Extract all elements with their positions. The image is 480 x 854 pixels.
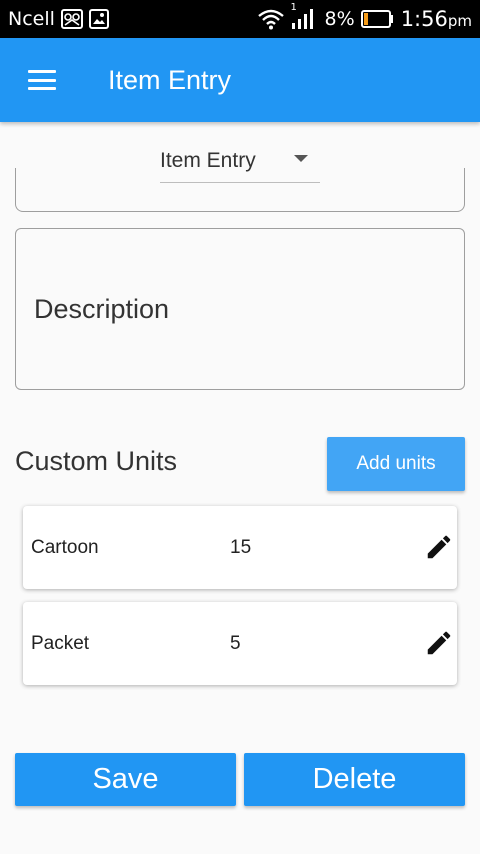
unit-name: Packet xyxy=(31,632,90,654)
image-notification-icon xyxy=(88,9,109,29)
custom-units-title: Custom Units xyxy=(15,446,178,476)
unit-quantity: 15 xyxy=(230,536,252,558)
signal-sim-number: 1 xyxy=(290,2,297,13)
clock: 1:56pm xyxy=(401,7,472,31)
unit-card-cartoon: Cartoon 15 xyxy=(23,506,457,589)
status-bar: Ncell 1 8% 1:56pm xyxy=(0,0,480,38)
save-button[interactable]: Save xyxy=(15,753,236,806)
delete-button[interactable]: Delete xyxy=(244,753,465,806)
app-bar: Item Entry xyxy=(0,38,480,122)
status-right: 1 8% 1:56pm xyxy=(257,2,472,31)
unit-quantity: 5 xyxy=(230,632,241,654)
status-left: Ncell xyxy=(8,8,109,30)
dropdown-arrow-icon xyxy=(294,155,308,162)
unit-card-packet: Packet 5 xyxy=(23,602,457,685)
edit-pencil-icon[interactable] xyxy=(424,532,454,562)
unit-name: Cartoon xyxy=(31,536,99,558)
cell-signal-icon: 1 xyxy=(291,2,313,30)
battery-icon xyxy=(360,10,395,28)
clock-time: 1:56 xyxy=(400,7,448,31)
clock-suffix: pm xyxy=(447,12,472,30)
description-label: Description xyxy=(34,293,170,324)
edit-pencil-icon[interactable] xyxy=(424,628,454,658)
page-title: Item Entry xyxy=(108,64,232,95)
battery-percent: 8% xyxy=(324,8,355,30)
wifi-icon xyxy=(257,8,285,30)
sim-notification-icon xyxy=(60,9,83,29)
add-units-button[interactable]: Add units xyxy=(327,437,465,491)
description-field[interactable]: Description xyxy=(15,228,465,390)
menu-button[interactable] xyxy=(0,38,84,122)
carrier-label: Ncell xyxy=(8,8,55,30)
hamburger-menu-icon xyxy=(28,70,56,90)
scrolled-input-field[interactable] xyxy=(15,168,465,212)
